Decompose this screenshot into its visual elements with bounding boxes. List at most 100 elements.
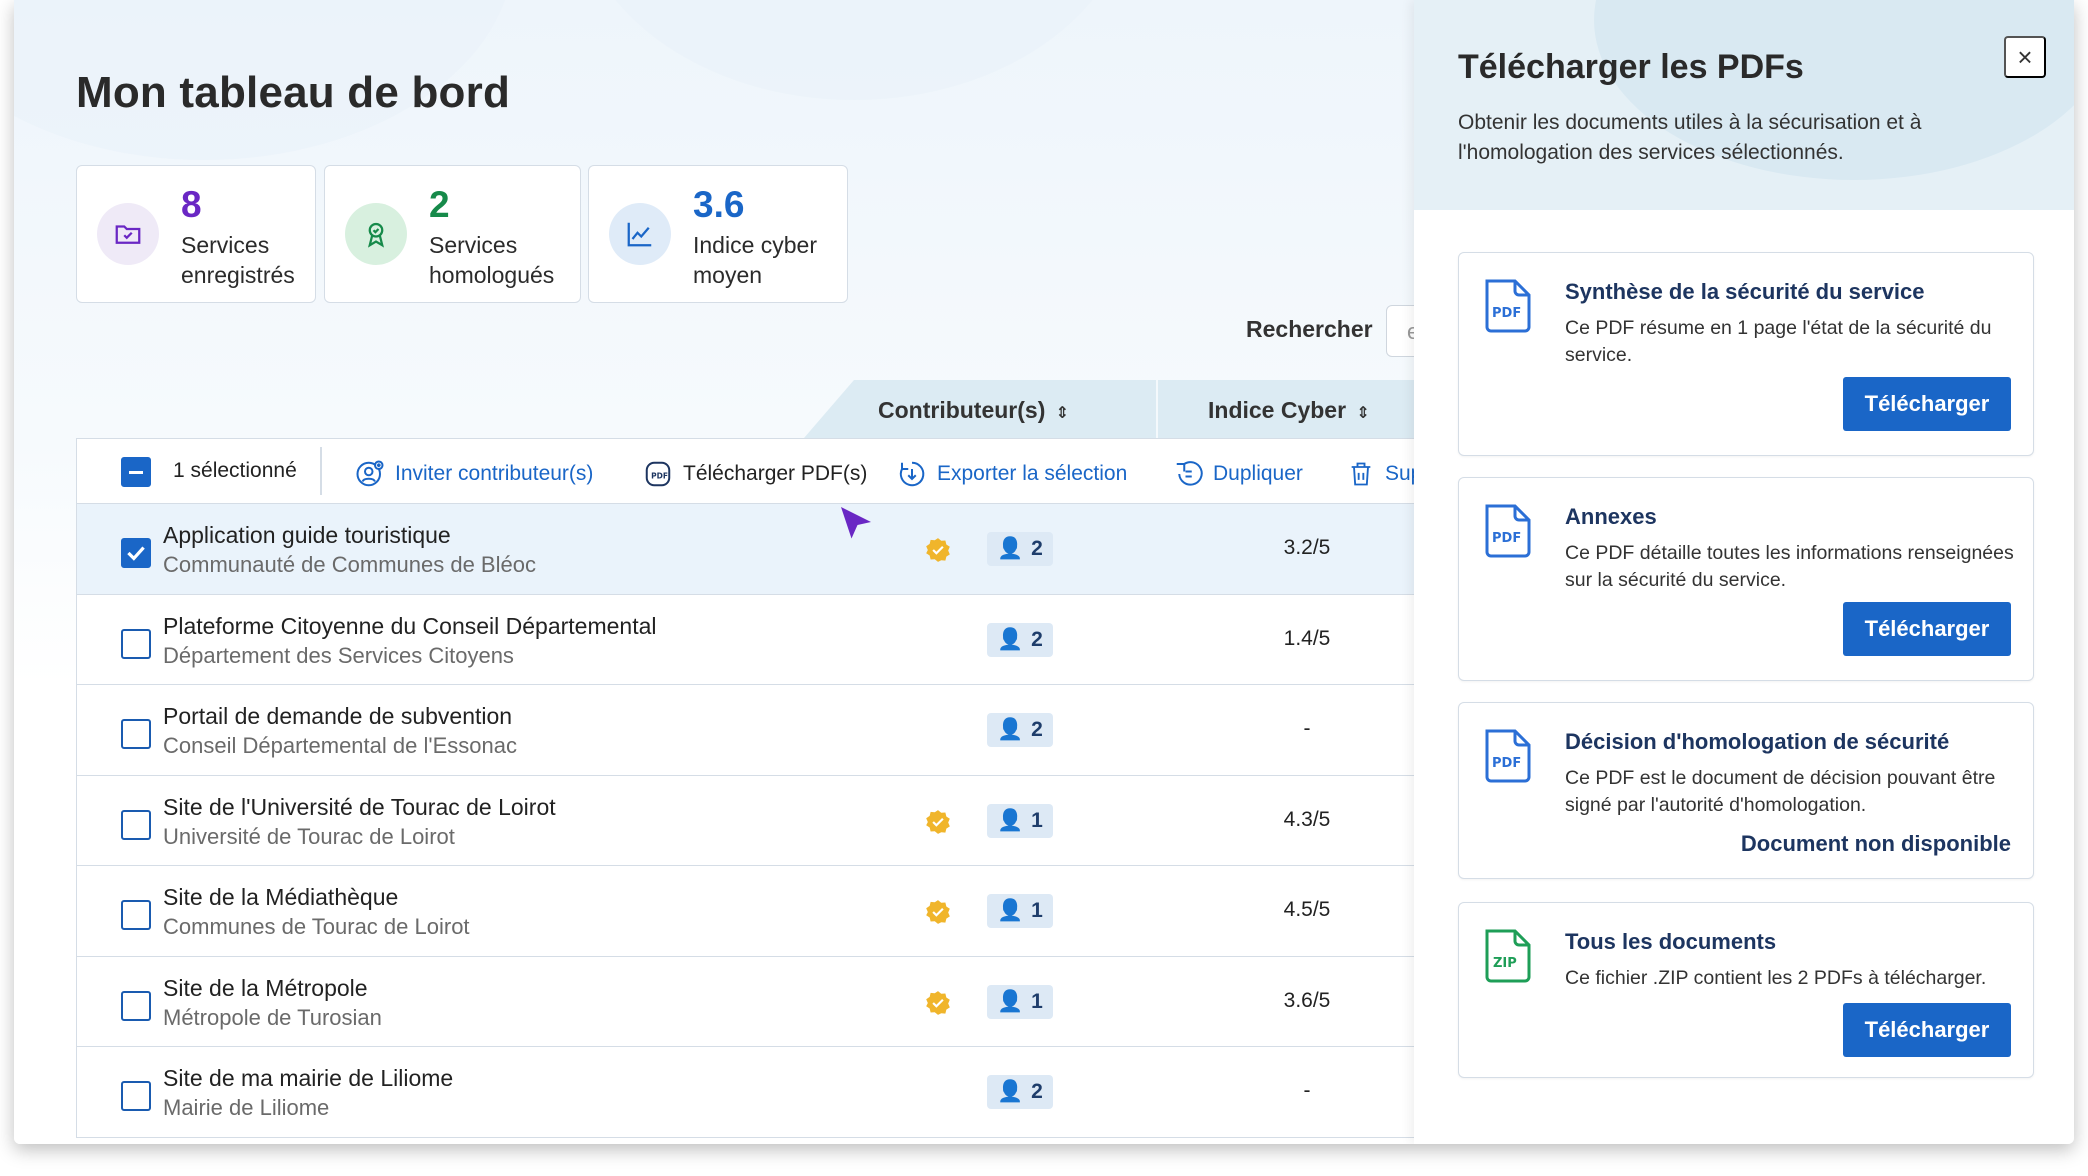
dashboard: Mon tableau de bord 8 Services enregistr…	[14, 0, 1446, 1144]
duplicate-button[interactable]: Dupliquer	[1173, 459, 1303, 489]
stat-label: Services homologués	[429, 232, 555, 288]
export-icon	[899, 461, 925, 487]
contributors-count: 2	[1031, 627, 1043, 651]
service-name[interactable]: Site de la Médiathèque	[163, 884, 398, 911]
document-title: Synthèse de la sécurité du service	[1565, 279, 1925, 304]
contributors-badge[interactable]: 👤 1	[987, 894, 1053, 928]
panel-title: Télécharger les PDFs	[1458, 48, 1804, 86]
download-pdfs-panel: Télécharger les PDFs Obtenir les documen…	[1414, 0, 2074, 1144]
service-name[interactable]: Plateforme Citoyenne du Conseil Départem…	[163, 613, 657, 640]
table-row[interactable]: Application guide touristique Communauté…	[76, 504, 1414, 595]
row-checkbox[interactable]	[121, 719, 151, 749]
document-description: Ce PDF est le document de décision pouva…	[1565, 767, 1996, 816]
table-row[interactable]: Site de la Médiathèque Communes de Toura…	[76, 866, 1414, 957]
services-table: Application guide touristique Communauté…	[76, 504, 1414, 1138]
invite-contributors-button[interactable]: Inviter contributeur(s)	[355, 459, 593, 489]
row-checkbox[interactable]	[121, 628, 151, 659]
row-checkbox[interactable]	[121, 900, 151, 930]
table-row[interactable]: Site de l'Université de Tourac de Loirot…	[76, 775, 1414, 866]
document-description: Ce fichier .ZIP contient les 2 PDFs à té…	[1565, 967, 1987, 989]
panel-description: Obtenir les documents utiles à la sécuri…	[1458, 111, 1922, 164]
contributors-badge[interactable]: 👤 2	[987, 622, 1053, 657]
pdf-file-icon: PDF	[1485, 729, 1531, 783]
cyber-score: 1.4/5	[1283, 626, 1331, 650]
homologation-badge-icon	[926, 538, 950, 562]
row-checkbox[interactable]	[121, 990, 151, 1021]
service-name[interactable]: Site de l'Université de Tourac de Loirot	[163, 794, 556, 821]
table-row[interactable]: Site de la Métropole Métropole de Turosi…	[76, 956, 1414, 1047]
pdf-file-icon: PDF	[1485, 504, 1531, 558]
cyber-score: 4.3/5	[1283, 807, 1331, 831]
cyber-score: -	[1303, 1079, 1311, 1102]
service-org: Université de Tourac de Loirot	[163, 823, 455, 849]
toolbar-divider	[320, 447, 322, 495]
contributors-badge[interactable]: 👤 2	[987, 532, 1053, 566]
homologation-badge-icon	[926, 809, 950, 834]
service-org: Conseil Départemental de l'Essonac	[163, 733, 517, 758]
stat-value: 8	[181, 184, 202, 225]
duplicate-icon	[1176, 461, 1203, 486]
stat-value: 2	[429, 184, 450, 225]
close-button[interactable]: ×	[2004, 36, 2046, 78]
row-checkbox[interactable]	[121, 1081, 151, 1111]
homologation-badge-icon	[926, 990, 950, 1015]
document-card-all: ZIP Tous les documents Ce fichier .ZIP c…	[1458, 902, 2034, 1078]
folder-check-icon	[97, 203, 159, 265]
svg-text:PDF: PDF	[1492, 306, 1521, 321]
pdf-file-icon: PDF	[1485, 279, 1531, 333]
stat-value: 3.6	[693, 184, 745, 225]
download-pdfs-button[interactable]: PDF Télécharger PDF(s)	[643, 459, 867, 489]
stat-card-homologated: 2 Services homologués	[324, 165, 581, 303]
row-checkbox[interactable]	[121, 538, 151, 568]
service-org: Département des Services Citoyens	[163, 642, 514, 668]
page-title: Mon tableau de bord	[76, 68, 511, 117]
user-icon: 👤	[997, 627, 1024, 651]
cyber-score: -	[1303, 717, 1311, 740]
row-checkbox[interactable]	[121, 809, 151, 840]
table-row[interactable]: Portail de demande de subvention Conseil…	[76, 685, 1414, 776]
zip-file-icon: ZIP	[1485, 929, 1531, 983]
service-org: Mairie de Liliome	[163, 1095, 330, 1120]
document-unavailable-label: Document non disponible	[1740, 831, 2011, 856]
user-icon: 👤	[997, 808, 1024, 832]
service-org: Métropole de Turosian	[163, 1004, 382, 1030]
download-button[interactable]: Télécharger	[1843, 377, 2011, 431]
document-card-decision: PDF Décision d'homologation de sécurité …	[1458, 702, 2034, 879]
column-header-label: Contributeur(s)	[878, 397, 1046, 423]
download-button[interactable]: Télécharger	[1843, 1003, 2011, 1057]
pdf-file-icon: PDF	[645, 461, 671, 487]
column-header-cyber-index[interactable]: Indice Cyber ⇕	[1208, 397, 1370, 424]
download-button[interactable]: Télécharger	[1843, 602, 2011, 656]
service-name[interactable]: Site de ma mairie de Liliome	[163, 1065, 453, 1092]
contributors-badge[interactable]: 👤 1	[987, 803, 1053, 838]
service-name[interactable]: Site de la Métropole	[163, 975, 368, 1002]
sort-icon: ⇕	[1055, 405, 1070, 422]
export-selection-button[interactable]: Exporter la sélection	[897, 459, 1127, 489]
document-title: Décision d'homologation de sécurité	[1565, 729, 1950, 754]
column-header-contributors[interactable]: Contributeur(s) ⇕	[878, 397, 1069, 424]
svg-text:PDF: PDF	[651, 471, 668, 480]
contributors-count: 1	[1031, 899, 1043, 922]
delete-button[interactable]: Sup	[1347, 459, 1422, 489]
svg-text:PDF: PDF	[1492, 531, 1521, 546]
contributors-count: 1	[1031, 989, 1043, 1013]
table-row[interactable]: Site de ma mairie de Liliome Mairie de L…	[76, 1047, 1414, 1138]
cyber-score: 4.5/5	[1283, 898, 1331, 921]
contributors-badge[interactable]: 👤 1	[987, 984, 1053, 1019]
service-name[interactable]: Portail de demande de subvention	[163, 703, 512, 730]
contributors-count: 1	[1031, 808, 1043, 832]
contributors-badge[interactable]: 👤 2	[987, 713, 1053, 747]
contributors-count: 2	[1031, 537, 1043, 560]
stat-label: Services enregistrés	[181, 232, 295, 288]
document-description: Ce PDF détaille toutes les informations …	[1565, 542, 2014, 591]
sort-icon: ⇕	[1356, 405, 1370, 422]
select-all-checkbox[interactable]	[121, 457, 151, 487]
stat-card-cyber-index: 3.6 Indice cyber moyen	[588, 165, 848, 303]
cyber-score: 3.2/5	[1283, 536, 1331, 559]
table-row[interactable]: Plateforme Citoyenne du Conseil Départem…	[76, 594, 1414, 685]
contributors-badge[interactable]: 👤 2	[987, 1075, 1053, 1109]
selected-count-label: 1 sélectionné	[173, 459, 297, 482]
service-name[interactable]: Application guide touristique	[163, 522, 451, 549]
column-header-label: Indice Cyber	[1208, 397, 1347, 423]
user-add-icon	[356, 460, 384, 487]
